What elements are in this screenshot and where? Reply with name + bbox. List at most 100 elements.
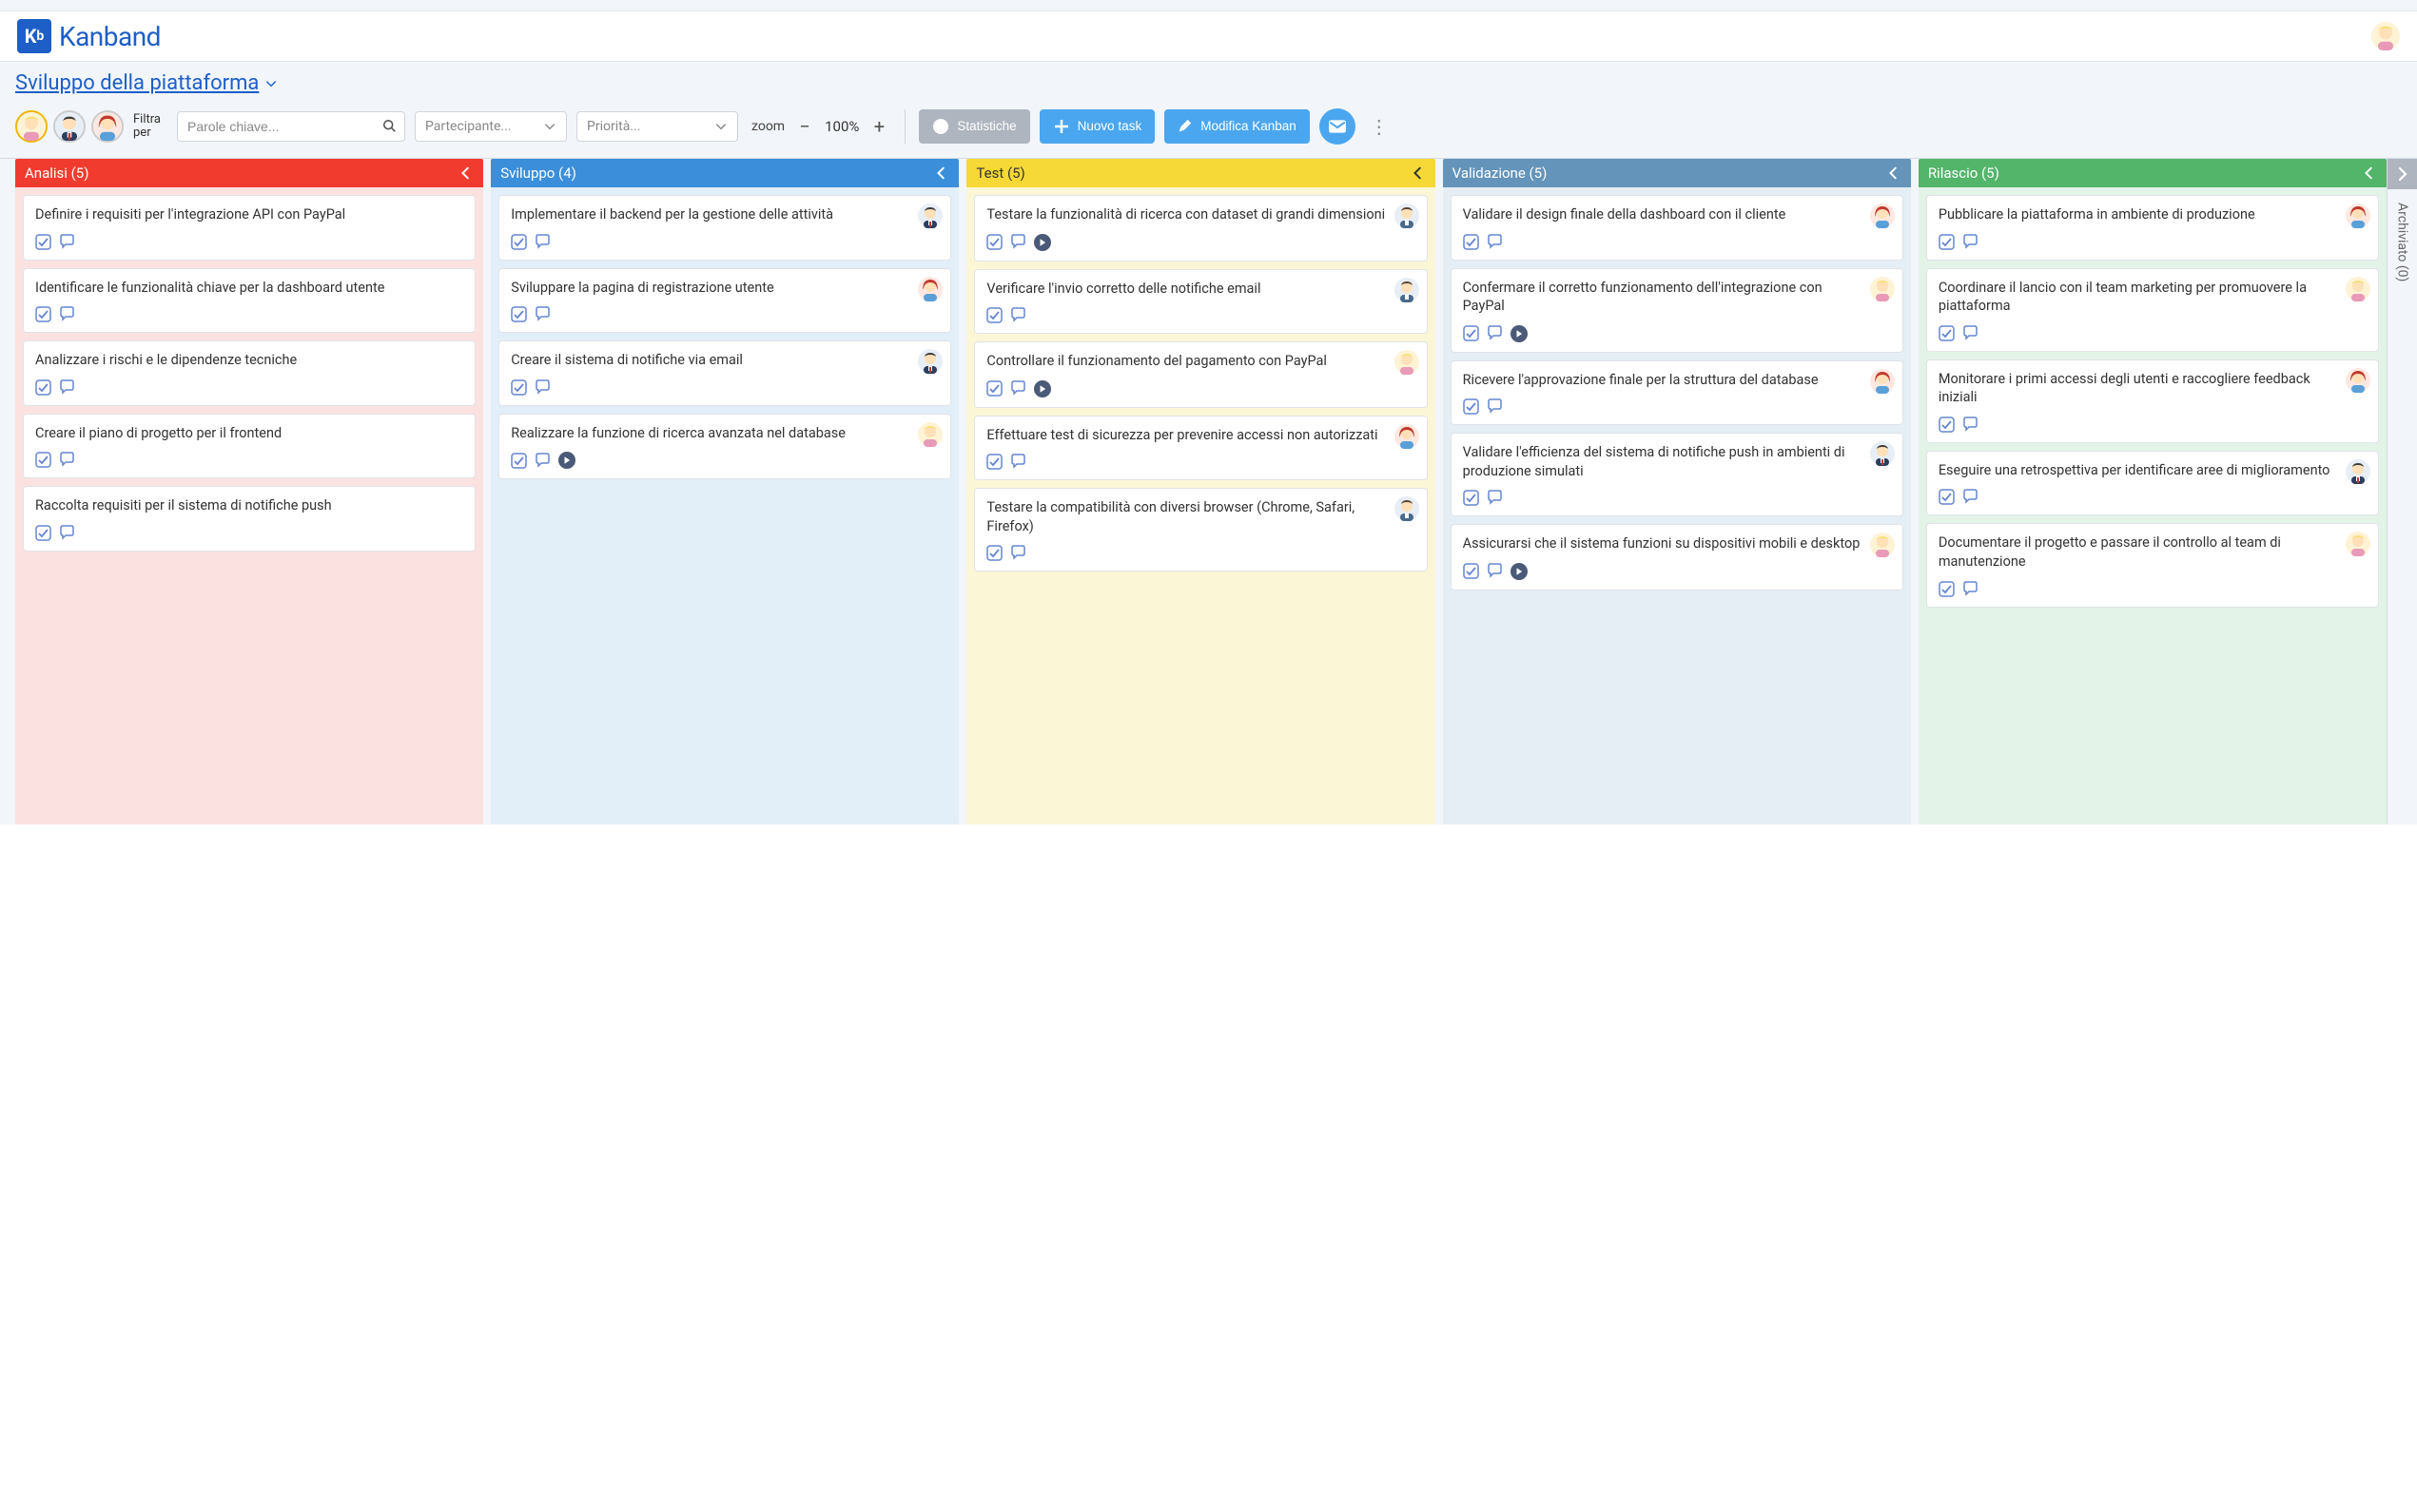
comments-icon[interactable]	[535, 234, 551, 250]
app-logo[interactable]: Kb Kanband	[17, 19, 161, 53]
participant-select[interactable]: Partecipante...	[415, 111, 567, 142]
task-assignee-avatar[interactable]	[2346, 368, 2370, 393]
checklist-icon[interactable]	[511, 234, 527, 250]
task-card[interactable]: Testare la funzionalità di ricerca con d…	[974, 195, 1427, 262]
project-title-dropdown[interactable]: Sviluppo della piattaforma	[15, 71, 278, 95]
column-collapse-button[interactable]	[1886, 165, 1901, 181]
task-assignee-avatar[interactable]	[2346, 277, 2370, 301]
task-card[interactable]: Implementare il backend per la gestione …	[498, 195, 951, 261]
column-collapse-button[interactable]	[934, 165, 949, 181]
checklist-icon[interactable]	[986, 454, 1003, 470]
task-assignee-avatar[interactable]	[1394, 278, 1419, 302]
task-card[interactable]: Pubblicare la piattaforma in ambiente di…	[1926, 195, 2379, 261]
task-card[interactable]: Documentare il progetto e passare il con…	[1926, 523, 2379, 607]
task-card[interactable]: Assicurarsi che il sistema funzioni su d…	[1451, 524, 1903, 591]
comments-icon[interactable]	[1487, 325, 1503, 341]
participant-avatar-1[interactable]	[15, 110, 48, 143]
edit-kanban-button[interactable]: Modifica Kanban	[1164, 109, 1310, 144]
timer-play-icon[interactable]	[1034, 380, 1051, 397]
comments-icon[interactable]	[1010, 307, 1026, 323]
task-card[interactable]: Controllare il funzionamento del pagamen…	[974, 341, 1427, 408]
task-card[interactable]: Sviluppare la pagina di registrazione ut…	[498, 268, 951, 334]
checklist-icon[interactable]	[511, 306, 527, 322]
checklist-icon[interactable]	[1939, 581, 1955, 597]
search-input[interactable]	[177, 111, 405, 142]
checklist-icon[interactable]	[1939, 325, 1955, 341]
comments-icon[interactable]	[1962, 234, 1978, 250]
comments-icon[interactable]	[535, 453, 551, 469]
task-assignee-avatar[interactable]	[1870, 441, 1895, 466]
comments-icon[interactable]	[1010, 234, 1026, 250]
checklist-icon[interactable]	[1463, 325, 1479, 341]
checklist-icon[interactable]	[1939, 417, 1955, 433]
checklist-icon[interactable]	[986, 307, 1003, 323]
comments-icon[interactable]	[1962, 325, 1978, 341]
task-assignee-avatar[interactable]	[918, 422, 943, 447]
task-assignee-avatar[interactable]	[1394, 350, 1419, 375]
comments-icon[interactable]	[1487, 234, 1503, 250]
column-body[interactable]: Implementare il backend per la gestione …	[491, 187, 959, 824]
task-assignee-avatar[interactable]	[2346, 532, 2370, 556]
comments-icon[interactable]	[59, 234, 75, 250]
timer-play-icon[interactable]	[1034, 234, 1051, 251]
comments-icon[interactable]	[1487, 490, 1503, 506]
checklist-icon[interactable]	[35, 306, 51, 322]
comments-icon[interactable]	[59, 306, 75, 322]
timer-play-icon[interactable]	[1511, 563, 1528, 580]
column-body[interactable]: Definire i requisiti per l'integrazione …	[15, 187, 483, 824]
task-card[interactable]: Coordinare il lancio con il team marketi…	[1926, 268, 2379, 352]
timer-play-icon[interactable]	[558, 452, 575, 469]
task-card[interactable]: Confermare il corretto funzionamento del…	[1451, 268, 1903, 353]
comments-icon[interactable]	[1962, 489, 1978, 505]
task-card[interactable]: Realizzare la funzione di ricerca avanza…	[498, 414, 951, 480]
comments-icon[interactable]	[1010, 380, 1026, 397]
comments-icon[interactable]	[1487, 563, 1503, 579]
task-card[interactable]: Creare il piano di progetto per il front…	[23, 414, 476, 479]
checklist-icon[interactable]	[986, 380, 1003, 397]
task-card[interactable]: Raccolta requisiti per il sistema di not…	[23, 486, 476, 552]
checklist-icon[interactable]	[35, 379, 51, 396]
comments-icon[interactable]	[535, 379, 551, 396]
checklist-icon[interactable]	[1939, 489, 1955, 505]
task-card[interactable]: Creare il sistema di notifiche via email	[498, 340, 951, 406]
task-card[interactable]: Definire i requisiti per l'integrazione …	[23, 195, 476, 261]
task-assignee-avatar[interactable]	[1394, 424, 1419, 449]
zoom-out-button[interactable]: −	[792, 114, 817, 139]
task-card[interactable]: Analizzare i rischi e le dipendenze tecn…	[23, 340, 476, 406]
checklist-icon[interactable]	[511, 453, 527, 469]
new-task-button[interactable]: Nuovo task	[1040, 109, 1156, 144]
comments-icon[interactable]	[1487, 398, 1503, 415]
archive-expand-button[interactable]	[2388, 159, 2417, 189]
participant-avatar-3[interactable]	[91, 110, 124, 143]
task-assignee-avatar[interactable]	[1870, 533, 1895, 557]
current-user-avatar[interactable]	[2371, 22, 2400, 50]
task-card[interactable]: Validare l'efficienza del sistema di not…	[1451, 433, 1903, 516]
task-card[interactable]: Ricevere l'approvazione finale per la st…	[1451, 360, 1903, 426]
checklist-icon[interactable]	[986, 545, 1003, 561]
statistics-button[interactable]: Statistiche	[919, 109, 1029, 144]
checklist-icon[interactable]	[511, 379, 527, 396]
task-assignee-avatar[interactable]	[1394, 496, 1419, 521]
checklist-icon[interactable]	[1463, 234, 1479, 250]
zoom-in-button[interactable]: +	[867, 114, 891, 139]
task-assignee-avatar[interactable]	[1870, 204, 1895, 228]
more-menu-button[interactable]: ⋮	[1365, 109, 1394, 144]
column-body[interactable]: Pubblicare la piattaforma in ambiente di…	[1919, 187, 2387, 824]
timer-play-icon[interactable]	[1511, 325, 1528, 342]
column-body[interactable]: Validare il design finale della dashboar…	[1443, 187, 1911, 824]
comments-icon[interactable]	[59, 525, 75, 541]
task-card[interactable]: Eseguire una retrospettiva per identific…	[1926, 451, 2379, 516]
comments-icon[interactable]	[59, 452, 75, 468]
task-assignee-avatar[interactable]	[1870, 277, 1895, 301]
task-assignee-avatar[interactable]	[918, 277, 943, 301]
checklist-icon[interactable]	[35, 525, 51, 541]
participant-avatar-2[interactable]	[53, 110, 86, 143]
comments-icon[interactable]	[59, 379, 75, 396]
checklist-icon[interactable]	[35, 452, 51, 468]
checklist-icon[interactable]	[1939, 234, 1955, 250]
column-body[interactable]: Testare la funzionalità di ricerca con d…	[966, 187, 1434, 824]
comments-icon[interactable]	[1962, 417, 1978, 433]
task-card[interactable]: Validare il design finale della dashboar…	[1451, 195, 1903, 261]
column-collapse-button[interactable]	[458, 165, 474, 181]
checklist-icon[interactable]	[1463, 490, 1479, 506]
